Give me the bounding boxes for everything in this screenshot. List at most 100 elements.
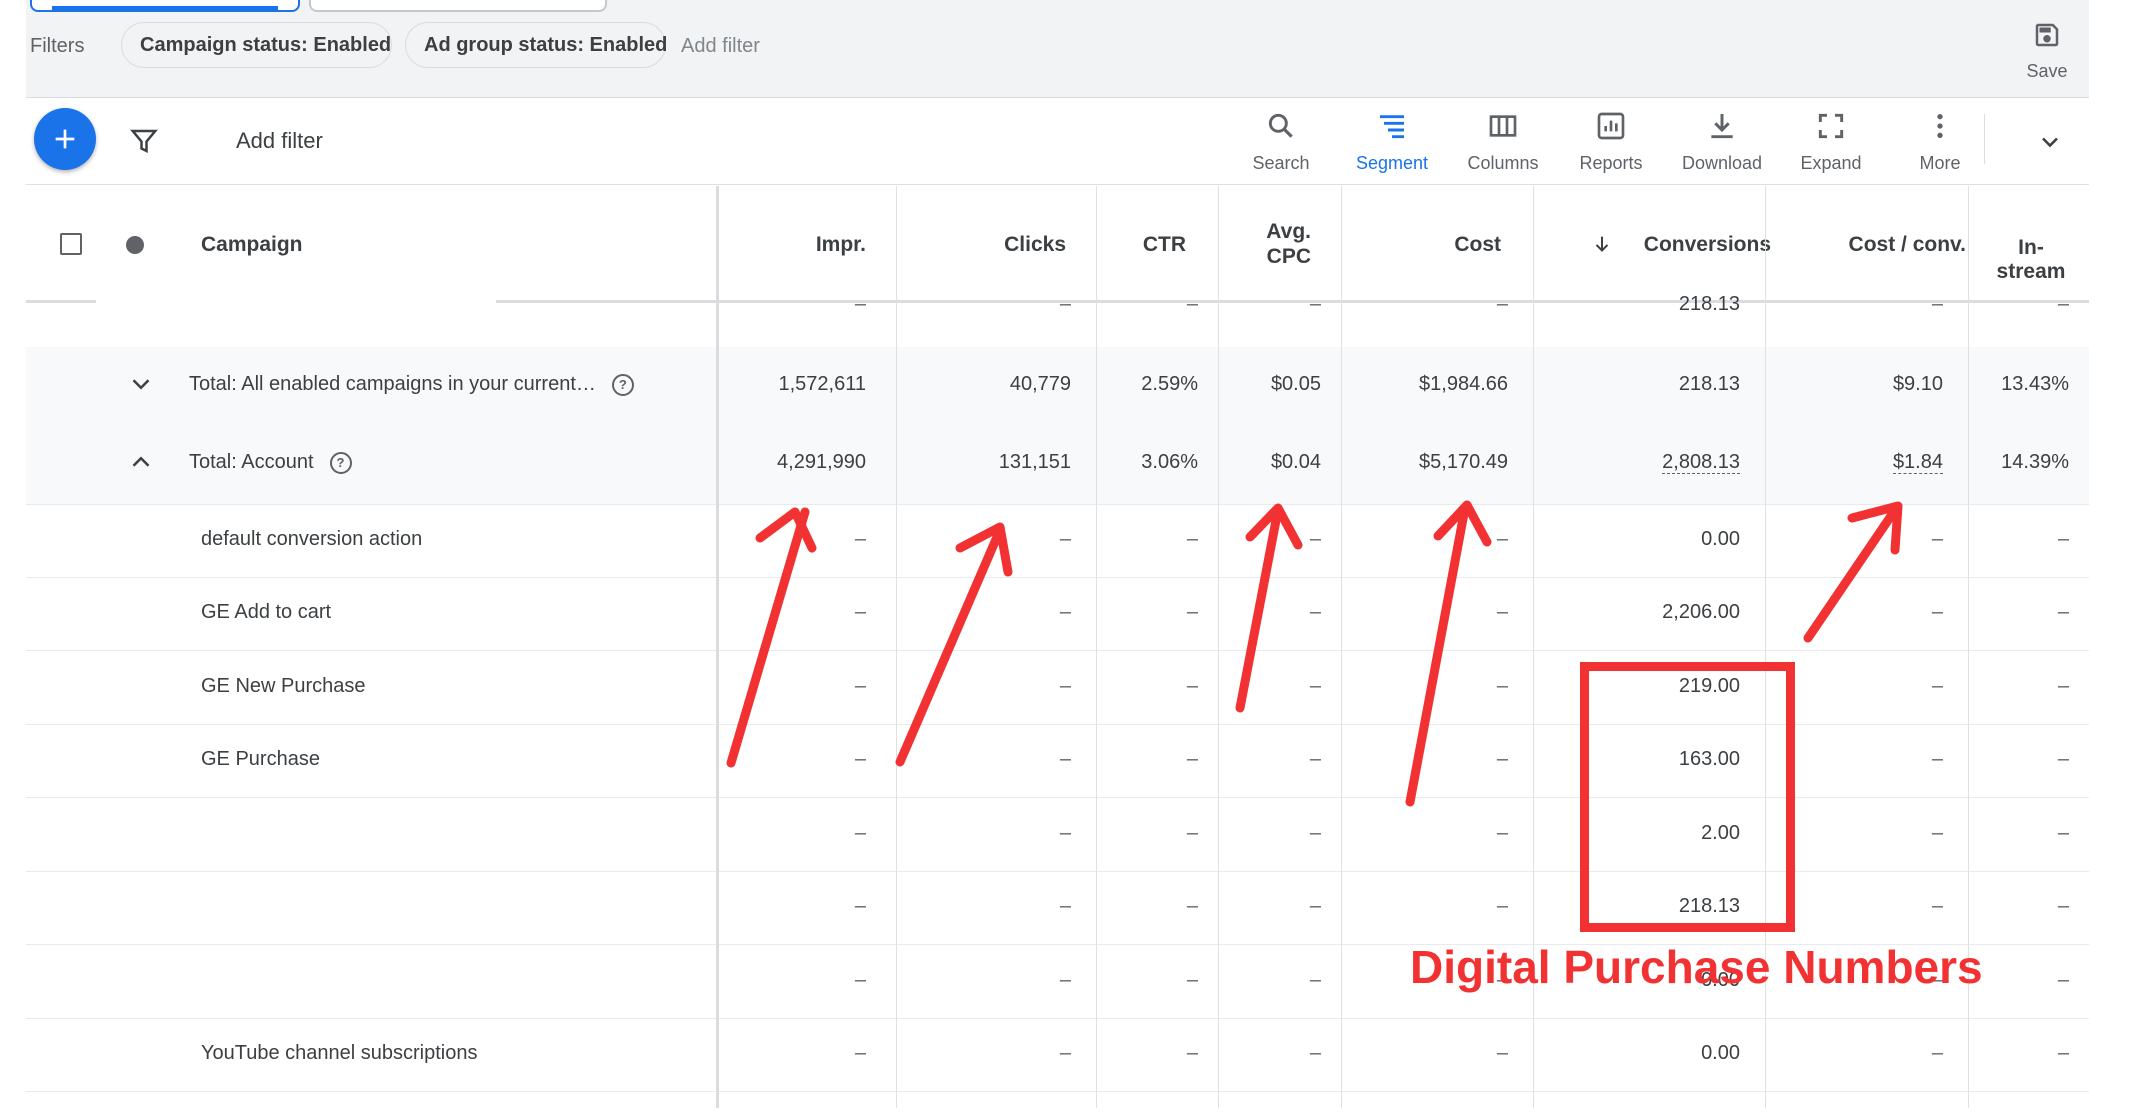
tool-label: Reports xyxy=(1579,153,1643,173)
cell-cost: – xyxy=(1496,675,1508,697)
tool-label: Search xyxy=(1252,153,1310,173)
cell-impr: – xyxy=(854,675,866,697)
add-filter-link[interactable]: Add filter xyxy=(681,35,760,58)
conversion-action-name: GE New Purchase xyxy=(201,675,366,697)
column-divider xyxy=(1218,186,1219,1108)
cell-cost: $1,984.66 xyxy=(1419,373,1508,395)
cell-conversions: 218.13 xyxy=(1678,373,1740,395)
header-ctr[interactable]: CTR xyxy=(1086,233,1186,257)
cell-conversions: 2,808.13 xyxy=(1540,451,1740,474)
cell-impr: – xyxy=(854,969,866,991)
cell-conversions: 0.00 xyxy=(1701,1042,1740,1064)
total-account-text: Total: Account xyxy=(189,451,314,473)
cell-value-underlined[interactable]: 2,808.13 xyxy=(1662,451,1740,474)
reports-icon xyxy=(1597,112,1625,140)
cell-avg-cpc: – xyxy=(1309,601,1321,623)
help-icon[interactable]: ? xyxy=(329,451,352,474)
conversion-action-name: GE Purchase xyxy=(201,748,320,770)
filter-chip-campaign-status[interactable]: Campaign status: Enabled xyxy=(121,22,392,68)
conversion-action-name: default conversion action xyxy=(201,528,423,550)
tool-search[interactable]: Search xyxy=(1226,110,1336,174)
annotation-label: Digital Purchase Numbers xyxy=(1410,941,1983,993)
cell-cost: $5,170.49 xyxy=(1419,451,1508,473)
header-impr[interactable]: Impr. xyxy=(716,233,866,257)
cell-cost: – xyxy=(1496,601,1508,623)
collapse-toolbar-button[interactable] xyxy=(2036,128,2064,161)
header-clicks[interactable]: Clicks xyxy=(906,233,1066,257)
tab-active-stub[interactable] xyxy=(30,0,300,12)
tool-more[interactable]: More xyxy=(1885,110,1995,174)
cell-instream: – xyxy=(2057,1042,2069,1064)
header-cost[interactable]: Cost xyxy=(1346,233,1501,257)
tool-label: More xyxy=(1919,153,1961,173)
more-icon xyxy=(1937,114,1943,138)
tool-columns[interactable]: Columns xyxy=(1448,110,1558,174)
column-divider xyxy=(1096,186,1097,1108)
column-divider xyxy=(1341,186,1342,1108)
header-campaign[interactable]: Campaign xyxy=(201,233,303,257)
columns-icon xyxy=(1489,115,1517,137)
cell-cost: – xyxy=(1496,895,1508,917)
tool-label: Segment xyxy=(1355,153,1429,173)
header-avg-cpc-line2[interactable]: CPC xyxy=(1206,245,1311,269)
toolbar-divider xyxy=(1984,114,1985,164)
cell-avg-cpc: – xyxy=(1309,822,1321,844)
header-instream-line2[interactable]: stream xyxy=(1981,260,2081,284)
cell-impr: 4,291,990 xyxy=(777,451,866,473)
tool-label: Columns xyxy=(1467,153,1539,173)
cell-avg-cpc: – xyxy=(1309,1042,1321,1064)
tool-reports[interactable]: Reports xyxy=(1556,110,1666,174)
header-instream-line1[interactable]: In- xyxy=(1981,236,2081,260)
chevron-up-icon[interactable] xyxy=(126,447,156,482)
filter-button[interactable] xyxy=(129,126,159,161)
table-row-partial: – – – – –218.13– – xyxy=(26,293,2089,348)
total-enabled-text: Total: All enabled campaigns in your cur… xyxy=(189,373,596,395)
cell-cost: – xyxy=(1496,1042,1508,1064)
cell-impr: – xyxy=(854,293,866,315)
tab-stub[interactable] xyxy=(309,0,607,12)
conversion-action-name: GE Add to cart xyxy=(201,601,332,623)
cell-avg-cpc: – xyxy=(1309,895,1321,917)
select-all-checkbox[interactable] xyxy=(60,233,82,255)
header-cost-per-conv[interactable]: Cost / conv. xyxy=(1781,233,1966,257)
filter-chip-ad-group-status[interactable]: Ad group status: Enabled xyxy=(405,22,667,68)
cell-impr: – xyxy=(854,1042,866,1064)
segment-icon xyxy=(1380,115,1404,139)
cell-instream: – xyxy=(2057,293,2069,315)
tool-label: Download xyxy=(1681,153,1763,173)
filters-label: Filters xyxy=(30,35,85,57)
tool-segment[interactable]: Segment xyxy=(1337,110,1447,174)
tool-expand[interactable]: Expand xyxy=(1776,110,1886,174)
cell-impr: 1,572,611 xyxy=(778,373,867,395)
cell-instream: – xyxy=(2057,528,2069,550)
cell-avg-cpc: – xyxy=(1309,675,1321,697)
plus-icon xyxy=(55,129,75,149)
status-dot-icon xyxy=(126,236,144,254)
help-icon[interactable]: ? xyxy=(611,373,634,396)
cell-avg-cpc: – xyxy=(1309,748,1321,770)
table-row-conversion-action: default conversion action – – – – –0.00– – xyxy=(26,504,2089,578)
cell-impr: – xyxy=(854,528,866,550)
save-button[interactable]: Save xyxy=(2017,20,2077,82)
column-divider xyxy=(896,186,897,1108)
cell-instream: – xyxy=(2057,822,2069,844)
table-header: Campaign Impr. Clicks CTR Avg. CPC Cost … xyxy=(26,186,2089,303)
cell-conversions: 218.13 xyxy=(1678,293,1740,315)
chevron-down-icon[interactable] xyxy=(126,369,156,404)
cell-avg-cpc: $0.04 xyxy=(1270,451,1321,473)
save-label: Save xyxy=(2026,61,2068,81)
header-conversions[interactable]: Conversions xyxy=(1621,233,1771,257)
table-toolbar: Add filter Search Segment Columns Report… xyxy=(26,98,2089,185)
download-icon xyxy=(1711,114,1733,139)
cell-avg-cpc: $0.05 xyxy=(1270,373,1321,395)
sort-arrow-down-icon xyxy=(1591,232,1613,261)
tool-download[interactable]: Download xyxy=(1667,110,1777,174)
cell-impr: – xyxy=(854,748,866,770)
chevron-down-icon xyxy=(2042,137,2058,148)
header-avg-cpc-line1[interactable]: Avg. xyxy=(1206,220,1311,244)
cell-avg-cpc: – xyxy=(1309,528,1321,550)
add-campaign-button[interactable] xyxy=(34,108,96,170)
cell-impr: – xyxy=(854,895,866,917)
add-filter-button[interactable]: Add filter xyxy=(236,128,323,154)
table-row-total-account: Total: Account? 4,291,990 131,151 3.06% $0.0… xyxy=(26,425,2089,505)
